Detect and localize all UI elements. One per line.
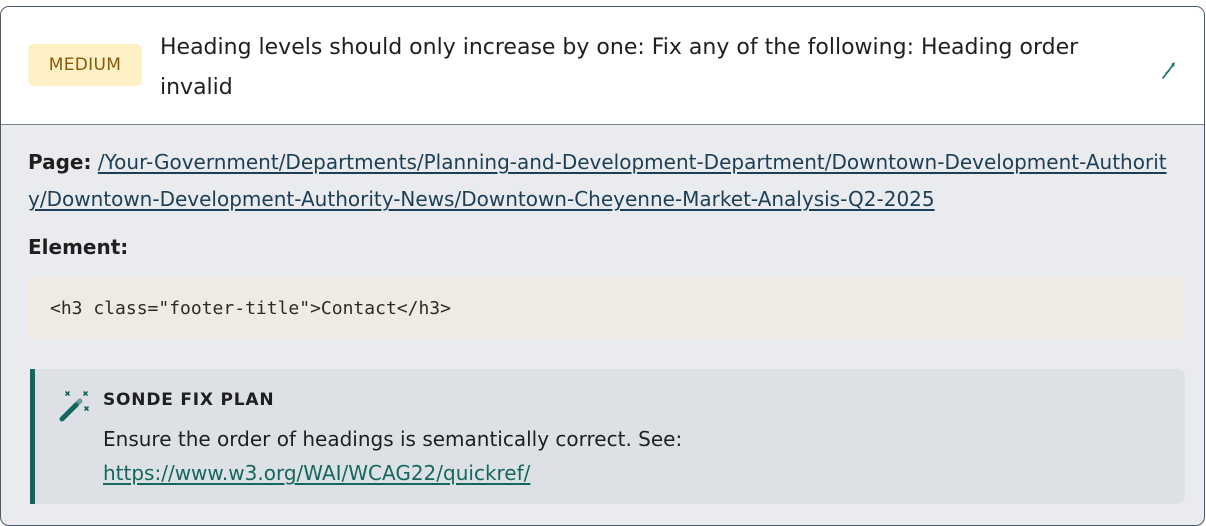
magic-wand-icon: [59, 391, 89, 422]
issue-card: MEDIUM Heading levels should only increa…: [0, 6, 1205, 526]
page-label: Page:: [28, 150, 92, 174]
issue-body: Page: /Your-Government/Departments/Plann…: [1, 125, 1204, 525]
page-row: Page: /Your-Government/Departments/Plann…: [28, 144, 1183, 218]
element-code-block: <h3 class="footer-title">Contact</h3>: [28, 277, 1185, 339]
wcag-quickref-link[interactable]: https://www.w3.org/WAI/WCAG22/quickref/: [103, 461, 530, 485]
pen-icon[interactable]: [1158, 59, 1178, 81]
fix-plan-description: Ensure the order of headings is semantic…: [103, 427, 683, 451]
severity-badge: MEDIUM: [28, 44, 142, 86]
page-url-link[interactable]: /Your-Government/Departments/Planning-an…: [28, 150, 1167, 211]
fix-plan-panel: SONDE FIX PLAN Ensure the order of headi…: [30, 369, 1185, 504]
element-label: Element:: [28, 235, 129, 259]
issue-title: Heading levels should only increase by o…: [160, 35, 1079, 100]
issue-header[interactable]: MEDIUM Heading levels should only increa…: [1, 7, 1204, 125]
fix-plan-text: Ensure the order of headings is semantic…: [103, 422, 1163, 490]
fix-plan-title: SONDE FIX PLAN: [103, 390, 275, 410]
